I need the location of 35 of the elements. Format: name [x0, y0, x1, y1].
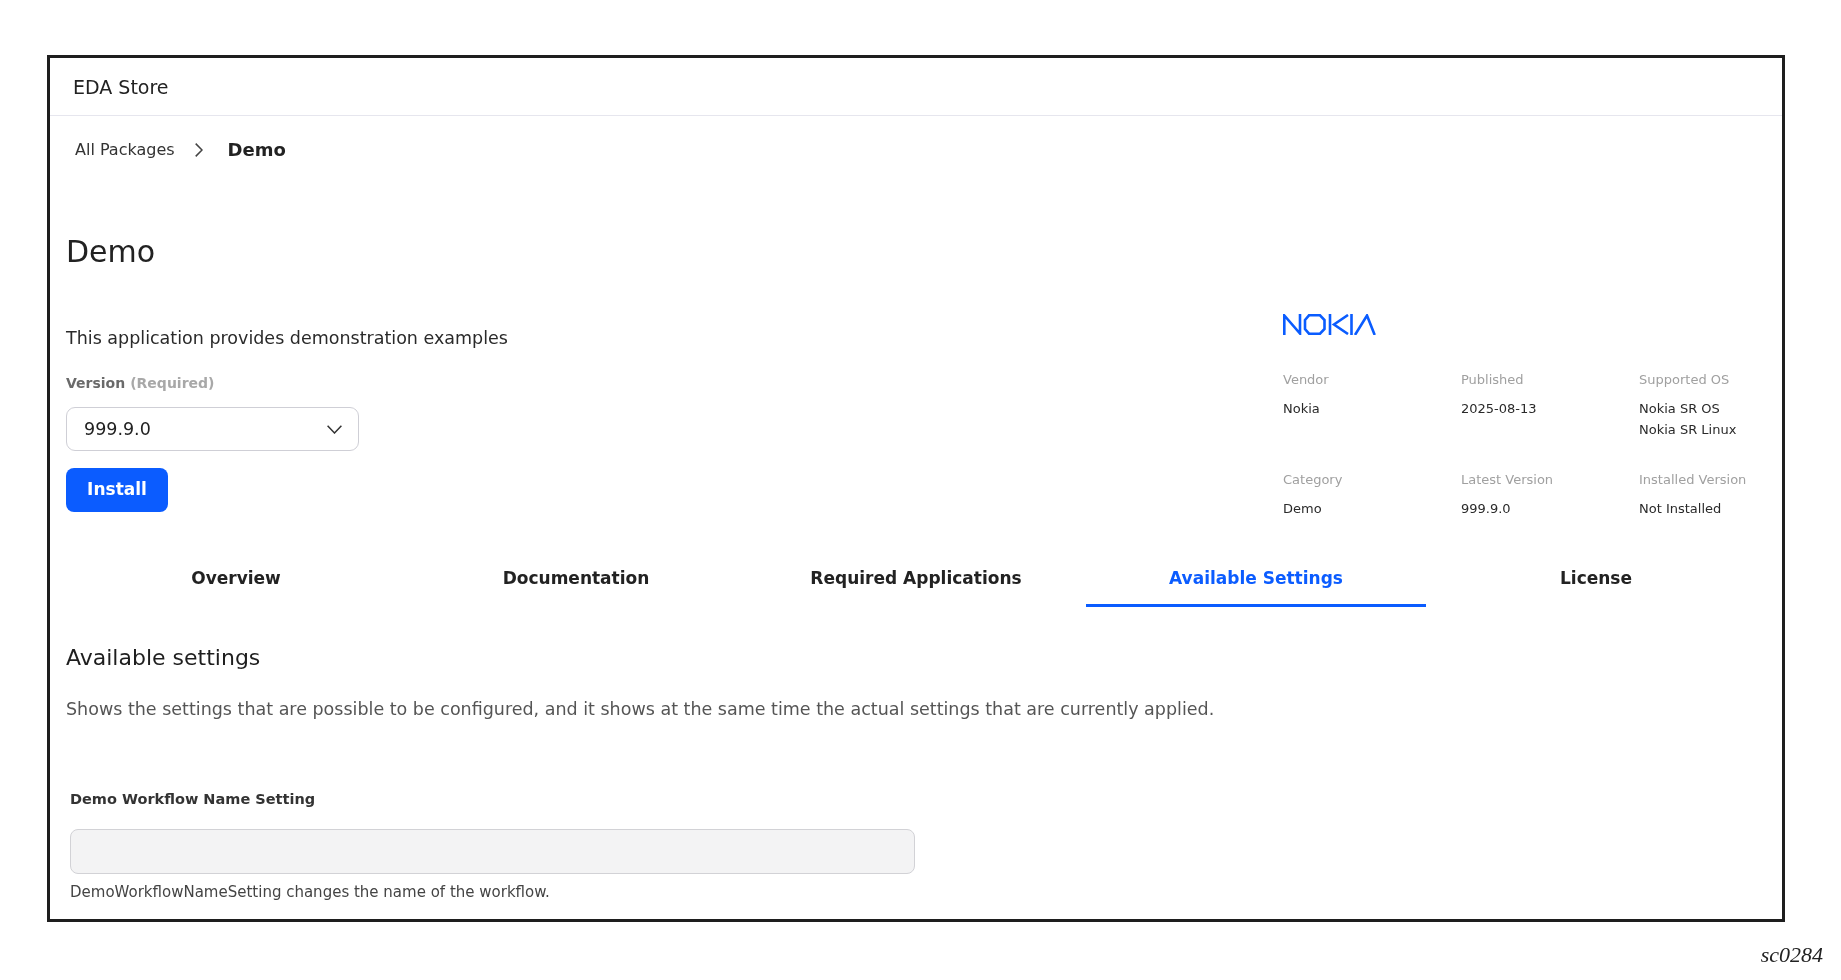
tab[interactable]: Overview [66, 553, 406, 607]
detail-label: Supported OS [1639, 371, 1730, 389]
package-description: This application provides demonstration examples [66, 327, 508, 350]
detail-value: Nokia SR Linux [1639, 421, 1737, 439]
detail-value: 2025-08-13 [1461, 400, 1537, 418]
install-button[interactable]: Install [66, 468, 168, 512]
detail-label: Installed Version [1639, 471, 1747, 489]
tab[interactable]: Documentation [406, 553, 746, 607]
detail-label: Vendor [1283, 371, 1329, 389]
text-input[interactable] [70, 829, 915, 874]
chevron-right-icon [194, 143, 203, 157]
version-dropdown[interactable]: 999.9.0 [66, 407, 359, 451]
detail-label: Published [1461, 371, 1524, 389]
detail-label: Latest Version [1461, 471, 1554, 489]
section-description: Shows the settings that are possible to be configured, and it shows at the same time the actual settings that are currently applied. [66, 698, 1215, 721]
detail-label: Category [1283, 471, 1343, 489]
breadcrumb-current: Demo [227, 138, 286, 162]
app-title: EDA Store [73, 74, 169, 100]
detail-value: 999.9.0 [1461, 500, 1511, 518]
section-heading: Available settings [66, 644, 261, 672]
tab[interactable]: Required Applications [746, 553, 1086, 607]
required-note: (Required) [130, 374, 215, 393]
field-label: Version [66, 374, 126, 393]
helper-text: DemoWorkflowNameSetting changes the name of the workflow. [70, 883, 550, 901]
detail-value: Nokia SR OS [1639, 400, 1720, 418]
tab[interactable]: License [1426, 553, 1766, 607]
breadcrumb-link[interactable]: All Packages [75, 138, 175, 162]
figure-id: sc0284 [1760, 942, 1823, 968]
tab[interactable]: Available Settings [1086, 553, 1426, 607]
detail-value: Nokia [1283, 400, 1320, 418]
detail-value: Not Installed [1639, 500, 1722, 518]
detail-value: Demo [1283, 500, 1322, 518]
field-label: Demo Workflow Name Setting [70, 790, 316, 809]
chevron-down-icon [327, 424, 342, 434]
page-title: Demo [66, 233, 156, 271]
